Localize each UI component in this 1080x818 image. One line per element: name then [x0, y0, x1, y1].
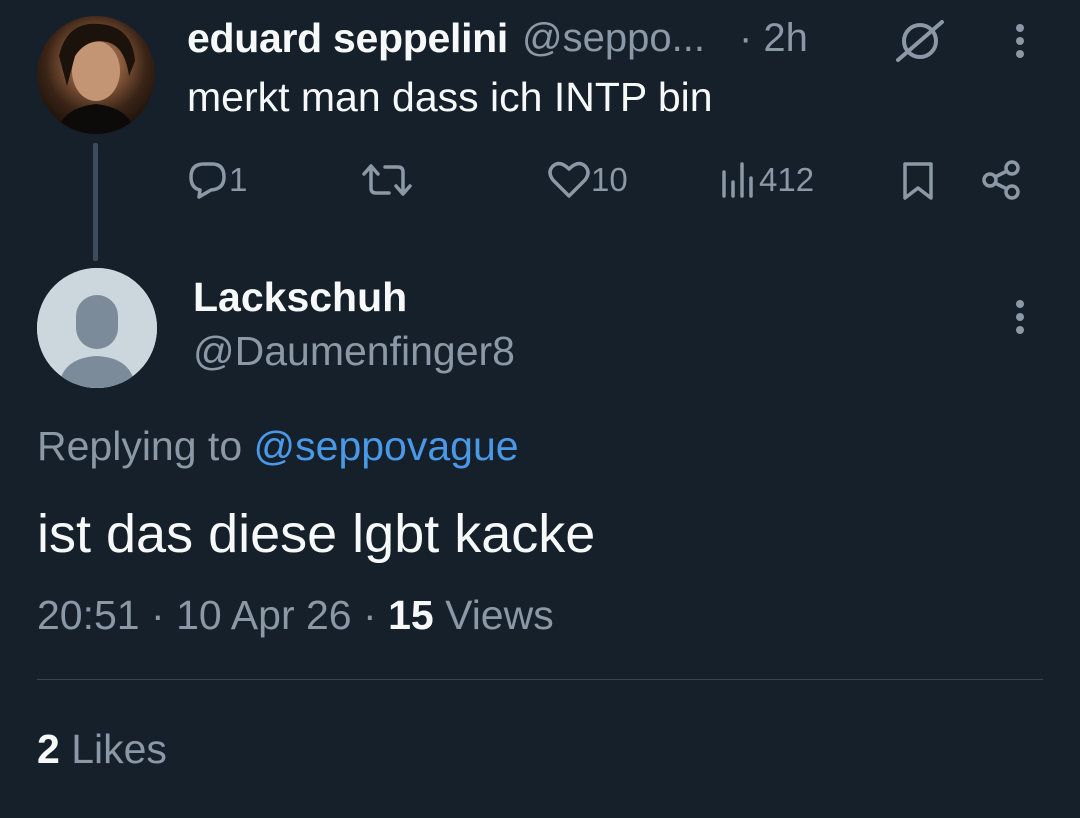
reply-meta: 20:51 · 10 Apr 26 · 15 Views: [37, 592, 554, 639]
reply-count: 1: [229, 161, 248, 198]
author-name[interactable]: eduard seppelini: [187, 15, 508, 62]
bookmark-action[interactable]: [900, 160, 936, 202]
views-count: 15: [388, 592, 434, 638]
tweet-text: merkt man dass ich INTP bin: [187, 74, 713, 120]
replying-to-label: Replying to: [37, 423, 243, 469]
views-icon: [722, 162, 753, 198]
thread-connector-line: [93, 143, 98, 261]
retweet-action[interactable]: [361, 160, 413, 200]
reply-more-options-icon[interactable]: [1002, 296, 1038, 338]
reply-author-avatar[interactable]: [37, 268, 157, 388]
reply-date[interactable]: 10 Apr 26: [176, 592, 352, 638]
share-action[interactable]: [980, 158, 1024, 202]
like-icon: [548, 161, 590, 198]
replying-to-line: Replying to @seppovague: [37, 423, 519, 470]
bookmark-icon: [903, 162, 933, 200]
divider: [37, 679, 1043, 680]
reply-author-handle[interactable]: @Daumenfinger8: [193, 328, 515, 375]
author-handle[interactable]: @seppo...: [522, 16, 705, 61]
reply-time[interactable]: 20:51: [37, 592, 140, 638]
author-avatar[interactable]: [37, 16, 155, 134]
like-action[interactable]: 10: [547, 160, 628, 200]
views-label: Views: [445, 592, 554, 638]
like-count: 10: [591, 161, 628, 198]
reply-icon: [189, 162, 226, 199]
meta-separator: ·: [363, 592, 377, 638]
reply-text: ist das diese lgbt kacke: [37, 504, 596, 564]
tweet-time[interactable]: · 2h: [739, 16, 808, 61]
likes-label: Likes: [71, 726, 167, 772]
meta-separator: ·: [151, 592, 165, 638]
more-options-icon[interactable]: [1002, 20, 1038, 62]
reply-author-name[interactable]: Lackschuh: [193, 274, 407, 321]
likes-count: 2: [37, 726, 60, 772]
tweet-header: eduard seppelini @seppo... · 2h: [187, 14, 808, 62]
grok-icon[interactable]: [892, 18, 948, 69]
default-avatar-icon: [37, 268, 157, 388]
views-action[interactable]: 412: [719, 160, 814, 200]
retweet-icon: [362, 164, 412, 196]
avatar-image: [57, 23, 135, 134]
reply-action[interactable]: 1: [187, 160, 247, 200]
likes-summary[interactable]: 2 Likes: [37, 726, 167, 773]
share-icon: [982, 160, 1020, 200]
view-count: 412: [759, 161, 815, 198]
replying-to-mention[interactable]: @seppovague: [254, 423, 519, 469]
